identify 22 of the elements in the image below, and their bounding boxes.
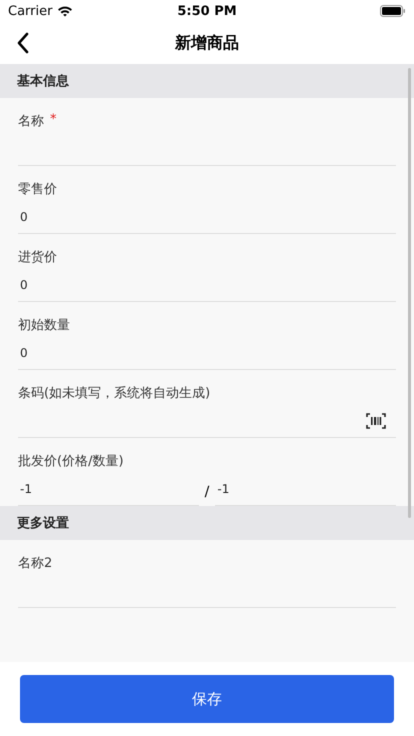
field-label: 进货价 (18, 249, 57, 267)
wifi-icon (57, 5, 74, 17)
status-time: 5:50 PM (177, 4, 237, 18)
barcode-scan-icon[interactable] (366, 412, 386, 428)
save-button[interactable]: 保存 (20, 675, 394, 723)
battery-icon (380, 5, 406, 17)
field-label: 名称 (18, 113, 44, 131)
field-label: 初始数量 (18, 317, 70, 335)
field-label: 条码(如未填写，系统将自动生成) (18, 385, 210, 403)
carrier-label: Carrier (8, 4, 52, 18)
field-label: 批发价(价格/数量) (18, 453, 124, 471)
field-label: 零售价 (18, 181, 57, 199)
section-title: 基本信息 (17, 73, 69, 90)
input-field[interactable]: 0 (18, 200, 396, 234)
field-label: 名称2 (18, 555, 52, 573)
required-mark: * (50, 112, 56, 129)
page-title: 新增商品 (175, 32, 239, 54)
section-title: 更多设置 (17, 515, 69, 532)
input-field[interactable]: 0 (18, 336, 396, 370)
back-icon[interactable] (16, 32, 30, 54)
input-field[interactable]: 0 (18, 268, 396, 302)
separator: / (204, 484, 210, 500)
